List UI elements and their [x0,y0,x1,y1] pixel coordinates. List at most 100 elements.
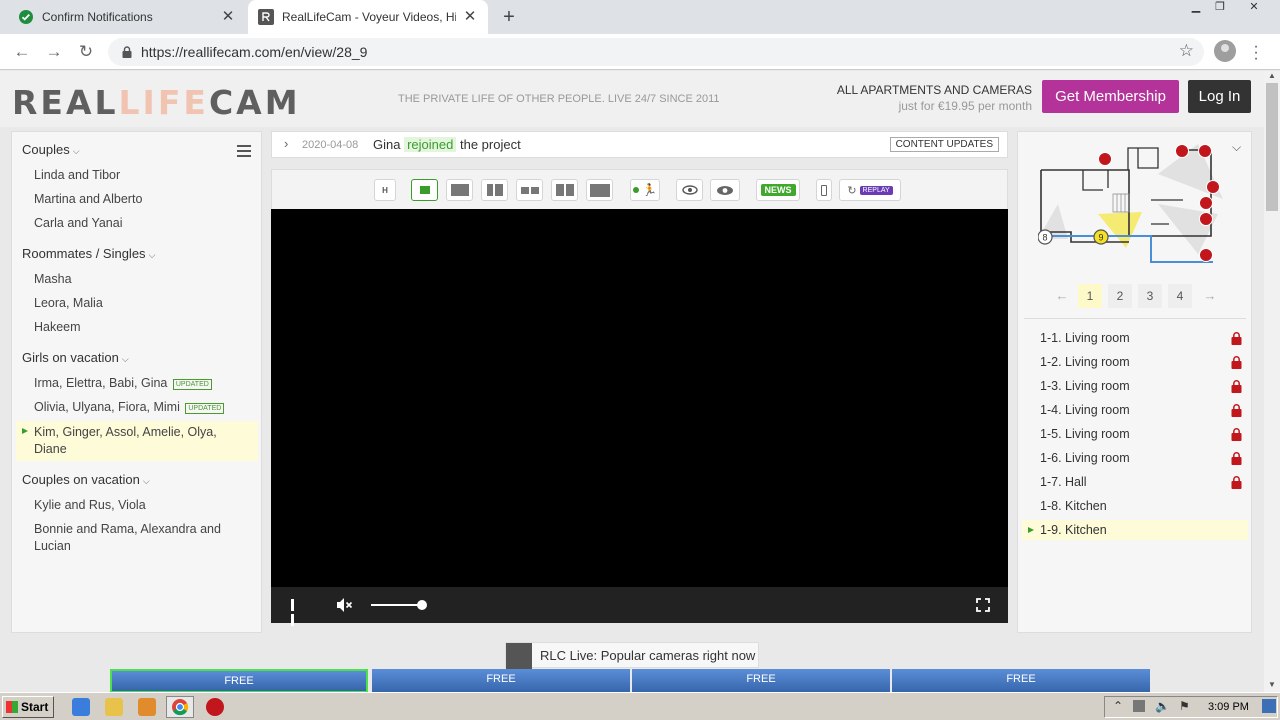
url-field[interactable]: https://reallifecam.com/en/view/28_9 ☆ [108,38,1204,66]
page-button-3[interactable]: 3 [1138,284,1162,308]
layout-dual-button[interactable] [516,179,543,201]
volume-icon[interactable]: 🔈 [1155,699,1170,713]
camera-item-selected[interactable]: 1-9. Kitchen [1022,520,1248,540]
group-couples[interactable]: Couples ⌵ [22,142,80,157]
start-button[interactable]: Start [2,696,54,718]
show-desktop-icon[interactable] [1262,699,1276,713]
camera-item[interactable]: 1-2. Living room [1040,355,1130,369]
camera-item[interactable]: 1-1. Living room [1040,331,1130,345]
list-item[interactable]: Irma, Elettra, Babi, Gina UPDATED [34,375,212,392]
layout-quad-button[interactable] [551,179,578,201]
next-page-button[interactable]: → [1198,284,1222,308]
alert-icon[interactable] [206,698,224,716]
reload-icon[interactable]: ↻ [74,40,98,64]
layout-single-small-button[interactable] [411,179,438,201]
layout-full-button[interactable] [586,179,613,201]
group-couples-on-vacation[interactable]: Couples on vacation ⌵ [22,472,150,487]
content-updates-button[interactable]: CONTENT UPDATES [889,137,999,152]
volume-handle[interactable] [417,600,427,610]
scroll-down-icon[interactable]: ▼ [1264,680,1280,692]
hamburger-menu-icon[interactable] [237,145,251,157]
layout-mixed-button[interactable] [481,179,508,201]
chevron-down-icon[interactable]: ⌵ [1232,140,1241,155]
group-girls-on-vacation[interactable]: Girls on vacation ⌵ [22,350,129,365]
updated-badge: UPDATED [172,379,212,390]
plan-marker-9[interactable]: 9 [1093,229,1109,245]
browser-menu-icon[interactable]: · · · [1250,39,1262,67]
media-player-icon[interactable] [138,698,156,716]
minimize-icon[interactable]: ▁ [1184,0,1208,18]
play-marker-icon [22,428,28,434]
camera-item[interactable]: 1-7. Hall [1040,475,1087,489]
camera-thumbnail[interactable]: FREE [632,669,890,692]
list-item[interactable]: Leora, Malia [34,295,103,312]
page-button-4[interactable]: 4 [1168,284,1192,308]
list-item[interactable]: Bonnie and Rama, Alexandra and Lucian [34,521,234,555]
site-logo[interactable]: REALLIFECAM [12,83,301,122]
site-header: REALLIFECAM THE PRIVATE LIFE OF OTHER PE… [0,71,1264,127]
camera-thumbnail[interactable]: FREE [372,669,630,692]
camera-item[interactable]: 1-4. Living room [1040,403,1130,417]
new-tab-button[interactable]: + [498,6,520,28]
bookmark-star-icon[interactable]: ☆ [1179,41,1194,61]
list-item[interactable]: Linda and Tibor [34,167,120,184]
volume-slider[interactable] [371,604,423,606]
tray-expand-icon[interactable]: ⌃ [1113,699,1123,713]
list-item[interactable]: Masha [34,271,72,288]
video-player[interactable] [271,209,1008,587]
camera-item[interactable]: 1-5. Living room [1040,427,1130,441]
svg-text:9: 9 [1098,233,1103,243]
tab-reallifecam[interactable]: RealLifeCam - Voyeur Videos, Hidden ✕ [248,0,488,34]
hd-button[interactable]: H [374,179,396,201]
prev-page-button[interactable]: ← [1050,284,1074,308]
list-item-selected[interactable]: Kim, Ginger, Assol, Amelie, Olya, Diane [16,421,258,461]
chrome-taskbar-button[interactable] [166,696,194,718]
pause-icon[interactable] [291,599,302,626]
motion-detect-button[interactable]: 🏃 [630,179,660,201]
login-button[interactable]: Log In [1188,80,1251,113]
restore-icon[interactable]: ❐ [1208,0,1232,18]
ie-icon[interactable] [72,698,90,716]
scroll-up-icon[interactable]: ▲ [1264,71,1280,83]
lock-icon [1231,380,1242,393]
eye-icon[interactable] [676,179,703,201]
page-scrollbar[interactable]: ▲ ▼ [1264,71,1280,692]
fullscreen-icon[interactable] [976,598,990,612]
close-window-icon[interactable]: ✕ [1242,0,1266,18]
close-tab-icon[interactable]: ✕ [220,9,236,25]
list-item[interactable]: Martina and Alberto [34,191,142,208]
list-item[interactable]: Carla and Yanai [34,215,123,232]
floor-plan[interactable]: 8 9 [1038,144,1228,266]
get-membership-button[interactable]: Get Membership [1042,80,1179,113]
layout-single-button[interactable] [446,179,473,201]
replay-button[interactable]: ↻ REPLAY [839,179,901,201]
list-item[interactable]: Hakeem [34,319,81,336]
camera-item[interactable]: 1-8. Kitchen [1040,499,1107,513]
group-roommates[interactable]: Roommates / Singles ⌵ [22,246,155,261]
plan-marker-8[interactable]: 8 [1038,229,1053,245]
eye-filled-icon[interactable] [710,179,740,201]
camera-thumbnail[interactable]: FREE [110,669,368,692]
lock-icon [1231,356,1242,369]
mobile-icon[interactable] [816,179,832,201]
list-item[interactable]: Olivia, Ulyana, Fiora, Mimi UPDATED [34,399,225,416]
forward-icon[interactable]: → [42,40,66,64]
lock-icon [1231,404,1242,417]
chevron-right-icon[interactable]: › [284,136,288,151]
flag-icon[interactable]: ⚑ [1179,699,1190,713]
close-tab-icon[interactable]: ✕ [462,9,478,25]
camera-item[interactable]: 1-6. Living room [1040,451,1130,465]
profile-avatar-icon[interactable] [1214,40,1236,62]
system-tray: ⌃ 🔈 ⚑ [1104,696,1278,718]
network-icon[interactable] [1133,700,1145,712]
list-item[interactable]: Kylie and Rus, Viola [34,497,146,514]
page-button-1[interactable]: 1 [1078,284,1102,308]
muted-speaker-icon[interactable] [335,596,353,614]
scrollbar-thumb[interactable] [1266,83,1278,211]
news-button[interactable]: NEWS [756,179,800,201]
back-icon[interactable]: ← [10,40,34,64]
folder-icon[interactable] [105,698,123,716]
camera-item[interactable]: 1-3. Living room [1040,379,1130,393]
page-button-2[interactable]: 2 [1108,284,1132,308]
tab-confirm-notifications[interactable]: Confirm Notifications ✕ [8,0,246,34]
